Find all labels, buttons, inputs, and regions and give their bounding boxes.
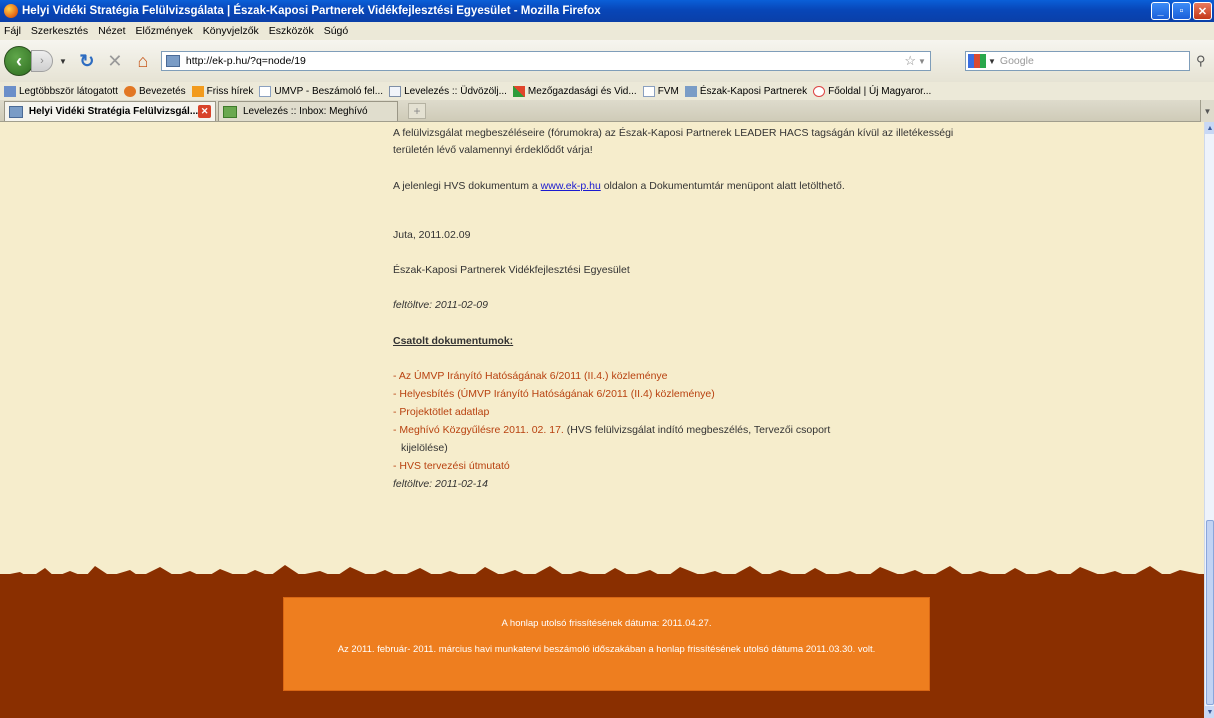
attachment-link[interactable]: - HVS tervezési útmutató [393, 457, 510, 475]
upload-date: feltöltve: 2011-02-09 [393, 299, 488, 311]
footer-report-update: Az 2011. február- 2011. március havi mun… [337, 644, 876, 655]
back-button[interactable]: ‹ [4, 46, 34, 76]
new-tab-button[interactable]: + [408, 103, 426, 119]
menu-file[interactable]: Fájl [4, 25, 21, 37]
attachment-link[interactable]: - Helyesbítés (ÚMVP Irányító Hatóságának… [393, 385, 715, 403]
attachment-note: kijelölése) [401, 442, 448, 454]
url-text: http://ek-p.hu/?q=node/19 [185, 55, 306, 67]
site-link[interactable]: www.ek-p.hu [541, 180, 601, 192]
mail-app-icon [223, 105, 237, 118]
bookmark-latest-news[interactable]: Friss hírek [191, 85, 253, 97]
vertical-scrollbar[interactable]: ▲ ▼ [1204, 122, 1214, 718]
tab-close-icon[interactable]: ✕ [198, 105, 211, 118]
bookmark-folder-icon [4, 85, 16, 97]
news-site-icon [813, 85, 826, 97]
page-content: A felülvizsgálat megbeszéléseire (fórumo… [0, 122, 1204, 718]
search-placeholder: Google [999, 55, 1034, 67]
paragraph-forum: A felülvizsgálat megbeszéléseire (fórumo… [393, 127, 954, 139]
url-dropdown-icon[interactable]: ▼ [918, 57, 926, 66]
search-engine-icon[interactable] [968, 54, 986, 68]
menu-help[interactable]: Súgó [324, 25, 349, 37]
menu-view[interactable]: Nézet [98, 25, 125, 37]
tab-label: Levelezés :: Inbox: Meghívó [243, 106, 368, 117]
scroll-up-icon[interactable]: ▲ [1205, 122, 1214, 134]
tab-strip: Helyi Vidéki Stratégia Felülvizsgál... ✕… [0, 100, 1214, 122]
history-dropdown-icon[interactable]: ▼ [59, 57, 67, 66]
window-title-bar: Helyi Vidéki Stratégia Felülvizsgálata |… [0, 0, 1214, 22]
menu-history[interactable]: Előzmények [136, 25, 193, 37]
attachment-link[interactable]: - Projektötlet adatlap [393, 403, 489, 421]
search-input[interactable]: ▼ Google [965, 51, 1190, 71]
window-title: Helyi Vidéki Stratégia Felülvizsgálata |… [22, 5, 601, 17]
scrollbar-thumb[interactable] [1206, 520, 1214, 705]
bookmark-mezogazdasagi[interactable]: Mezőgazdasági és Vid... [512, 85, 637, 97]
forward-arrow-icon: › [40, 55, 44, 67]
firefox-icon [4, 4, 18, 18]
rss-feed-icon [191, 85, 204, 97]
organization-name: Észak-Kaposi Partnerek Vidékfejlesztési … [393, 264, 630, 276]
attachments-heading: Csatolt dokumentumok: [393, 335, 514, 347]
search-magnifier-icon[interactable]: ⚲ [1196, 53, 1206, 69]
bookmark-most-visited[interactable]: Legtöbbször látogatott [4, 85, 118, 97]
attachment-link[interactable]: - Meghívó Közgyűlésre 2011. 02. 17. (HVS… [393, 421, 830, 439]
footer-last-update: A honlap utolsó frissítésének dátuma: 20… [501, 618, 712, 629]
home-icon[interactable]: ⌂ [132, 50, 154, 72]
place-date: Juta, 2011.02.09 [393, 229, 471, 241]
tab-list-dropdown-icon[interactable]: ▼ [1200, 100, 1214, 122]
paragraph-forum-cont: területén lévő valamennyi érdeklődőt vár… [393, 144, 593, 156]
window-controls: _ ▫ ✕ [1151, 2, 1212, 20]
search-engine-dropdown-icon[interactable]: ▼ [988, 57, 996, 66]
footer-update-box: A honlap utolsó frissítésének dátuma: 20… [283, 597, 930, 691]
stop-icon[interactable]: ✕ [104, 50, 126, 72]
tab-hvs[interactable]: Helyi Vidéki Stratégia Felülvizsgál... ✕ [4, 101, 216, 121]
page-icon [259, 85, 272, 97]
upload-date: feltöltve: 2011-02-14 [393, 478, 488, 490]
menu-bar: Fájl Szerkesztés Nézet Előzmények Könyvj… [0, 22, 1214, 40]
page-icon [642, 85, 655, 97]
bookmark-eszak-kaposi[interactable]: Észak-Kaposi Partnerek [684, 85, 807, 97]
paragraph-hvs-document: A jelenlegi HVS dokumentum a www.ek-p.hu… [393, 180, 845, 192]
mail-icon [389, 85, 402, 97]
menu-tools[interactable]: Eszközök [269, 25, 314, 37]
bookmark-getting-started[interactable]: Bevezetés [123, 85, 186, 97]
attachment-link[interactable]: - Az ÚMVP Irányító Hatóságának 6/2011 (I… [393, 367, 668, 385]
tab-label: Helyi Vidéki Stratégia Felülvizsgál... [28, 106, 199, 117]
scroll-down-icon[interactable]: ▼ [1205, 706, 1214, 718]
firefox-bookmark-icon [123, 85, 136, 97]
plus-icon: + [413, 104, 421, 118]
bookmark-umvp[interactable]: UMVP - Beszámoló fel... [259, 85, 383, 97]
bookmark-levelezes[interactable]: Levelezés :: Üdvözölj... [389, 85, 507, 97]
menu-bookmarks[interactable]: Könyvjelzők [203, 25, 259, 37]
navigation-toolbar: ‹ › ▼ ↻ ✕ ⌂ http://ek-p.hu/?q=node/19 ☆ … [0, 40, 1214, 82]
url-field[interactable]: http://ek-p.hu/?q=node/19 ☆ ▼ [160, 51, 931, 71]
minimize-button[interactable]: _ [1151, 2, 1170, 20]
forward-button[interactable]: › [31, 50, 53, 72]
maximize-button[interactable]: ▫ [1172, 2, 1191, 20]
site-favicon-icon [165, 55, 180, 67]
tab-levelezes[interactable]: Levelezés :: Inbox: Meghívó [218, 101, 398, 121]
close-window-button[interactable]: ✕ [1193, 2, 1212, 20]
menu-edit[interactable]: Szerkesztés [31, 25, 88, 37]
bookmark-star-icon[interactable]: ☆ [904, 53, 916, 69]
bookmark-fooldal[interactable]: Főoldal | Új Magyaror... [813, 85, 931, 97]
url-actions: ☆ ▼ [904, 53, 930, 69]
back-arrow-icon: ‹ [16, 50, 22, 71]
site-favicon-icon [684, 85, 697, 97]
reload-icon[interactable]: ↻ [76, 50, 98, 72]
ministry-logo-icon [512, 85, 525, 97]
site-favicon-icon [9, 105, 23, 118]
bookmark-fvm[interactable]: FVM [642, 85, 679, 97]
bookmarks-toolbar: Legtöbbször látogatott Bevezetés Friss h… [0, 82, 1214, 100]
